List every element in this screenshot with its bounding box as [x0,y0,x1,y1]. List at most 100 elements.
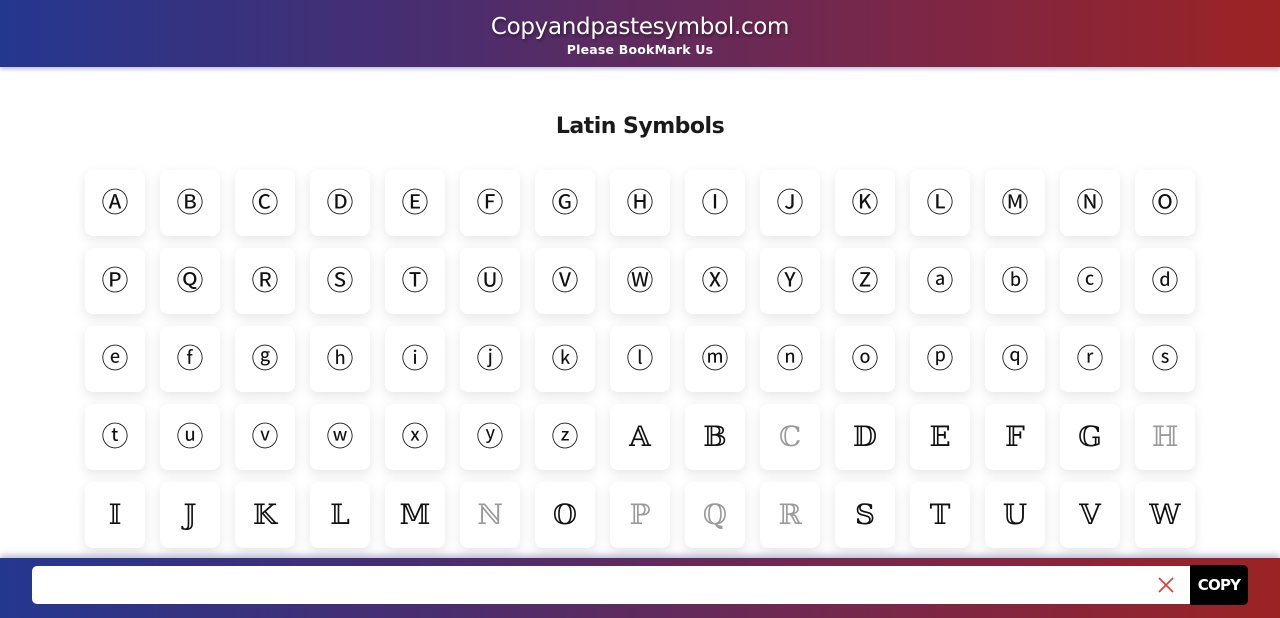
symbol-tile[interactable]: ⓚ [535,326,595,392]
symbol-tile[interactable]: ⓑ [985,248,1045,314]
symbol-glyph: 𝕁 [183,498,197,531]
symbol-tile[interactable]: ⓞ [835,326,895,392]
symbol-tile[interactable]: Ⓥ [535,248,595,314]
symbol-tile[interactable]: Ⓨ [760,248,820,314]
symbol-glyph: ℕ [477,498,503,531]
symbol-tile[interactable]: 𝔾 [1060,404,1120,470]
symbol-tile[interactable]: 𝔼 [910,404,970,470]
symbol-tile[interactable]: ⓕ [160,326,220,392]
symbol-tile[interactable]: ⓓ [1135,248,1195,314]
symbol-tile[interactable]: 𝕂 [235,482,295,548]
symbol-tile[interactable]: Ⓤ [460,248,520,314]
symbol-tile[interactable]: Ⓡ [235,248,295,314]
symbol-tile[interactable]: ⓘ [385,326,445,392]
symbol-tile[interactable]: Ⓚ [835,170,895,236]
symbol-tile[interactable]: ℙ [610,482,670,548]
symbol-tile[interactable]: Ⓒ [235,170,295,236]
symbol-tile[interactable]: Ⓐ [85,170,145,236]
symbol-tile[interactable]: ⓣ [85,404,145,470]
symbol-tile[interactable]: ⓧ [385,404,445,470]
symbol-tile[interactable]: Ⓑ [160,170,220,236]
symbol-tile[interactable]: Ⓢ [310,248,370,314]
symbol-tile[interactable]: 𝕁 [160,482,220,548]
symbol-tile[interactable]: Ⓗ [610,170,670,236]
symbol-tile[interactable]: Ⓧ [685,248,745,314]
symbol-tile[interactable]: Ⓖ [535,170,595,236]
symbol-tile[interactable]: Ⓛ [910,170,970,236]
symbol-glyph: ⓗ [326,343,354,375]
symbol-tile[interactable]: Ⓙ [760,170,820,236]
symbol-tile[interactable]: ℚ [685,482,745,548]
symbol-tile[interactable]: ⓝ [760,326,820,392]
symbol-tile[interactable]: 𝕎 [1135,482,1195,548]
symbol-tile[interactable]: Ⓕ [460,170,520,236]
symbol-tile[interactable]: 𝕀 [85,482,145,548]
symbol-tile[interactable]: ⓦ [310,404,370,470]
symbol-tile[interactable]: 𝕄 [385,482,445,548]
symbol-glyph: ℙ [629,498,651,531]
symbol-tile[interactable]: ℕ [460,482,520,548]
symbol-tile[interactable]: ℂ [760,404,820,470]
symbol-tile[interactable]: ⓔ [85,326,145,392]
symbol-tile[interactable]: 𝕍 [1060,482,1120,548]
copy-input[interactable] [32,566,1192,604]
symbol-glyph: 𝕎 [1149,498,1181,531]
symbol-tile[interactable]: ⓙ [460,326,520,392]
symbol-tile[interactable]: Ⓩ [835,248,895,314]
symbol-tile[interactable]: 𝕆 [535,482,595,548]
symbol-tile[interactable]: ⓗ [310,326,370,392]
symbol-tile[interactable]: ⓐ [910,248,970,314]
symbol-tile[interactable]: Ⓦ [610,248,670,314]
site-title[interactable]: Copyandpastesymbol.com [0,0,1280,41]
symbol-tile[interactable]: 𝕌 [985,482,1045,548]
symbol-tile[interactable]: 𝔻 [835,404,895,470]
symbol-tile[interactable]: Ⓔ [385,170,445,236]
symbol-tile[interactable]: 𝔽 [985,404,1045,470]
symbol-tile[interactable]: Ⓞ [1135,170,1195,236]
symbol-tile[interactable]: 𝕋 [910,482,970,548]
symbol-tile[interactable]: ⓥ [235,404,295,470]
symbol-glyph: ℝ [778,498,802,531]
symbol-glyph: ⓥ [251,421,279,453]
symbol-glyph: 𝔸 [629,420,651,453]
symbol-tile[interactable]: Ⓟ [85,248,145,314]
symbol-glyph: ⓖ [251,343,279,375]
symbol-tile[interactable]: ⓖ [235,326,295,392]
symbol-grid: Ⓐ Ⓑ Ⓒ Ⓓ Ⓔ Ⓕ Ⓖ Ⓗ Ⓘ Ⓙ Ⓚ Ⓛ Ⓜ Ⓝ Ⓞ Ⓟ Ⓠ Ⓡ Ⓢ Ⓣ Ⓤ Ⓥ Ⓦ Ⓧ Ⓨ Ⓩⓐ ⓑ ⓒ ⓓ ⓔ ⓕ ⓖ ⓗ ⓘ ⓙ ⓚ ⓛ ⓜ ⓝ… [78,170,1202,618]
symbol-tile[interactable]: Ⓘ [685,170,745,236]
symbol-glyph: Ⓙ [776,187,804,219]
symbol-tile[interactable]: Ⓜ [985,170,1045,236]
symbol-tile[interactable]: ⓛ [610,326,670,392]
symbol-tile[interactable]: ⓟ [910,326,970,392]
copy-bar: COPY [0,558,1280,618]
symbol-glyph: Ⓠ [176,265,204,297]
symbol-tile[interactable]: Ⓣ [385,248,445,314]
symbol-tile[interactable]: Ⓝ [1060,170,1120,236]
clear-button[interactable] [1153,572,1179,598]
symbol-tile[interactable]: Ⓓ [310,170,370,236]
symbol-tile[interactable]: ℝ [760,482,820,548]
symbol-glyph: ⓧ [401,421,429,453]
site-header: Copyandpastesymbol.com Please BookMark U… [0,0,1280,67]
symbol-tile[interactable]: 𝔸 [610,404,670,470]
symbol-tile[interactable]: 𝕊 [835,482,895,548]
symbol-tile[interactable]: ⓡ [1060,326,1120,392]
symbol-tile[interactable]: 𝔹 [685,404,745,470]
symbol-glyph: ⓣ [101,421,129,453]
copy-button[interactable]: COPY [1190,565,1248,605]
symbol-tile[interactable]: Ⓠ [160,248,220,314]
symbol-tile[interactable]: ⓤ [160,404,220,470]
symbol-tile[interactable]: ⓨ [460,404,520,470]
symbol-tile[interactable]: ℍ [1135,404,1195,470]
symbol-glyph: ⓑ [1001,265,1029,297]
symbol-glyph: ⓙ [476,343,504,375]
symbol-tile[interactable]: ⓜ [685,326,745,392]
symbol-tile[interactable]: ⓢ [1135,326,1195,392]
symbol-glyph: ⓒ [1076,265,1104,297]
symbol-tile[interactable]: ⓠ [985,326,1045,392]
close-icon [1158,577,1174,593]
symbol-glyph: 𝕍 [1079,498,1101,531]
symbol-tile[interactable]: ⓩ [535,404,595,470]
symbol-tile[interactable]: 𝕃 [310,482,370,548]
symbol-tile[interactable]: ⓒ [1060,248,1120,314]
